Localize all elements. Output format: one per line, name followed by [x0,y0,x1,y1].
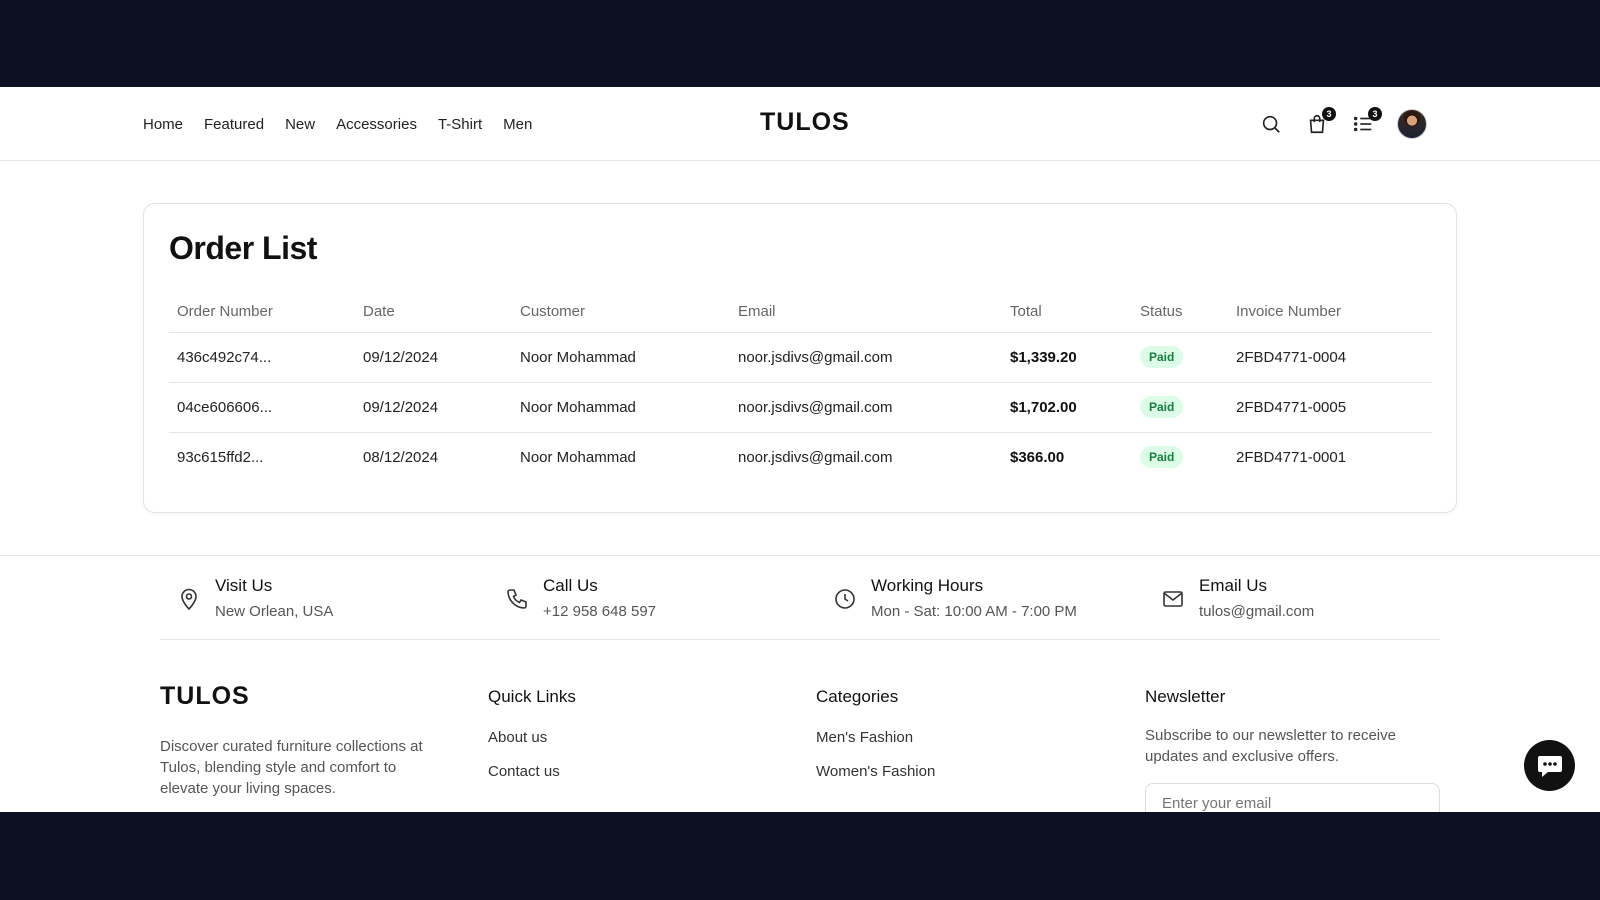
col-status: Status [1132,292,1228,333]
footer-brand: TULOS Discover curated furniture collect… [160,682,440,799]
contact-email: Email Us tulos@gmail.com [1161,576,1314,620]
site-logo[interactable]: TULOS [760,108,850,137]
chat-button[interactable] [1524,740,1575,791]
col-customer: Customer [512,292,730,333]
footer-logo[interactable]: TULOS [160,682,440,711]
contact-strip: Visit Us New Orlean, USA Call Us +12 958… [0,555,1600,640]
quick-links-heading: Quick Links [488,687,576,706]
contact-visit-title: Visit Us [215,576,273,595]
nav-home[interactable]: Home [143,116,183,133]
search-button[interactable] [1259,112,1283,136]
nav-men[interactable]: Men [503,116,532,133]
order-status-cell: Paid [1132,432,1228,482]
contact-hours: Working Hours Mon - Sat: 10:00 AM - 7:00… [833,576,1077,620]
order-status-cell: Paid [1132,382,1228,433]
order-total: $366.00 [1010,448,1065,466]
mail-icon [1163,591,1183,607]
nav-featured[interactable]: Featured [204,116,264,133]
order-date: 08/12/2024 [363,448,439,466]
status-badge: Paid [1140,446,1184,469]
orders-table: Order Number Date Customer Email Total S… [169,292,1432,482]
newsletter-text: Subscribe to our newsletter to receive u… [1145,727,1396,765]
site-header: Home Featured New Accessories T-Shirt Me… [0,87,1600,161]
page-title: Order List [169,230,317,266]
order-email: noor.jsdivs@gmail.com [730,332,1002,383]
status-badge: Paid [1140,396,1184,418]
order-customer: Noor Mohammad [512,382,730,433]
col-invoice-number: Invoice Number [1228,292,1432,333]
order-date: 09/12/2024 [355,382,512,433]
link-mens-fashion[interactable]: Men's Fashion [816,729,935,746]
order-email: noor.jsdivs@gmail.com [738,448,893,466]
link-contact-us[interactable]: Contact us [488,763,576,780]
contact-hours-title: Working Hours [871,576,984,595]
order-invoice[interactable]: 2FBD4771-0005 [1228,382,1432,433]
chat-bubble-icon [1537,755,1562,777]
contact-items: Visit Us New Orlean, USA Call Us +12 958… [160,556,1440,640]
nav-new[interactable]: New [285,116,315,133]
order-invoice[interactable]: 2FBD4771-0001 [1228,432,1432,482]
col-total: Total [1002,292,1132,333]
cart-button[interactable]: 3 [1305,107,1336,136]
orders-count-badge: 3 [1368,107,1382,121]
order-customer: Noor Mohammad [512,332,730,383]
order-date: 09/12/2024 [355,332,512,383]
footer-description: Discover curated furniture collections a… [160,738,423,797]
header-actions: 3 3 [1259,87,1427,161]
contact-call-title: Call Us [543,576,598,595]
order-invoice[interactable]: 2FBD4771-0004 [1228,332,1432,383]
table-row[interactable]: 93c615ffd2... 08/12/2024 Noor Mohammad n… [169,432,1432,482]
main-nav: Home Featured New Accessories T-Shirt Me… [143,87,532,161]
order-status-cell: Paid [1132,332,1228,383]
order-total: $1,702.00 [1002,382,1132,433]
map-pin-icon [181,588,197,611]
footer-newsletter: Newsletter Subscribe to our newsletter t… [1145,682,1440,812]
phone-icon [507,589,527,609]
table-header-row: Order Number Date Customer Email Total S… [169,292,1432,333]
footer-categories: Categories Men's Fashion Women's Fashion [816,682,935,780]
nav-t-shirt[interactable]: T-Shirt [438,116,482,133]
table-row[interactable]: 436c492c74... 09/12/2024 Noor Mohammad n… [169,332,1432,383]
clock-icon [835,589,855,609]
order-customer: Noor Mohammad [520,448,636,466]
page: Home Featured New Accessories T-Shirt Me… [0,87,1600,812]
contact-call: Call Us +12 958 648 597 [505,576,656,620]
contact-call-value[interactable]: +12 958 648 597 [543,603,656,620]
status-badge: Paid [1140,346,1184,368]
order-total: $1,339.20 [1002,332,1132,383]
newsletter-heading: Newsletter [1145,687,1226,706]
col-order-number: Order Number [169,292,355,333]
search-icon [1262,115,1280,133]
cart-count-badge: 3 [1322,107,1336,121]
link-womens-fashion[interactable]: Women's Fashion [816,763,935,780]
order-email: noor.jsdivs@gmail.com [730,382,1002,433]
categories-heading: Categories [816,687,899,706]
table-row[interactable]: 04ce606606... 09/12/2024 Noor Mohammad n… [169,382,1432,433]
contact-hours-value: Mon - Sat: 10:00 AM - 7:00 PM [871,603,1077,620]
order-number[interactable]: 93c615ffd2... [169,432,355,482]
contact-email-title: Email Us [1199,576,1268,595]
link-about-us[interactable]: About us [488,729,576,746]
contact-email-value[interactable]: tulos@gmail.com [1199,603,1314,620]
contact-visit-value: New Orlean, USA [215,603,334,620]
order-list-card: Order List Order Number Date Customer Em… [143,203,1457,513]
order-number[interactable]: 04ce606606... [169,382,355,433]
contact-visit: Visit Us New Orlean, USA [177,576,333,620]
user-avatar[interactable] [1397,109,1427,139]
nav-accessories[interactable]: Accessories [336,116,417,133]
footer-quick-links: Quick Links About us Contact us [488,682,576,780]
col-date: Date [355,292,512,333]
col-email: Email [730,292,1002,333]
orders-button[interactable]: 3 [1351,107,1382,136]
newsletter-email-input[interactable] [1145,783,1440,812]
order-number[interactable]: 436c492c74... [169,332,355,383]
